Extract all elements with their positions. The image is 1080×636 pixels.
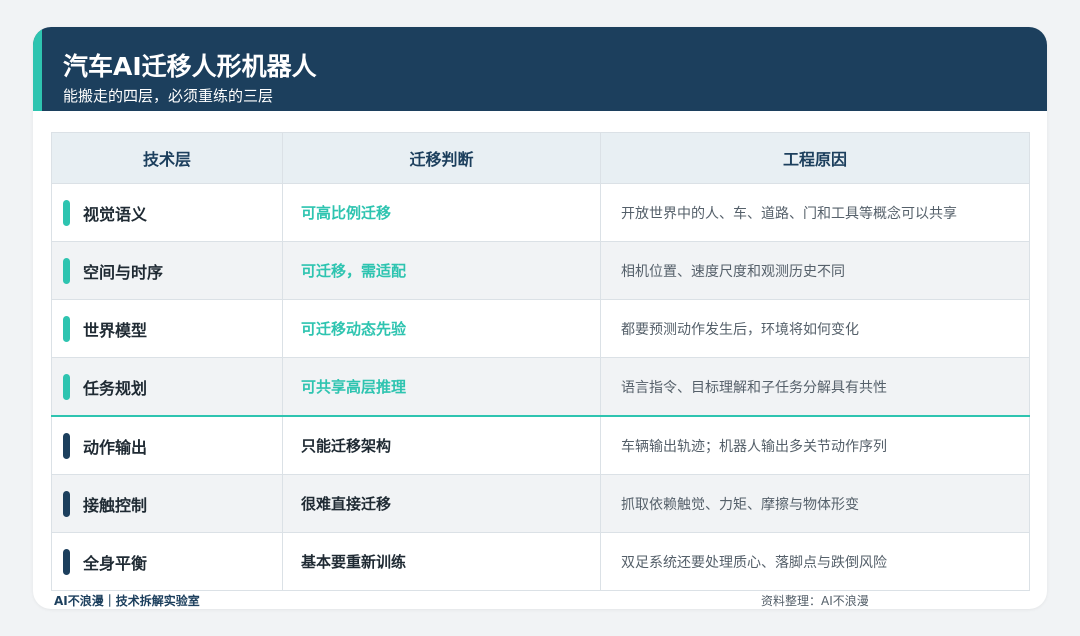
layer-cell: 动作输出 [51,415,283,475]
content-card: 汽车AI迁移人形机器人 能搬走的四层，必须重练的三层 技术层 迁移判断 工程原因… [33,27,1047,609]
row-marker-bar [63,490,70,517]
table-body: 视觉语义 可高比例迁移 开放世界中的人、车、道路、门和工具等概念可以共享 空间与时序可… [51,183,1030,591]
table-row: 任务规划 可共享高层推理 语言指令、目标理解和子任务分解具有共性 [51,357,1030,417]
layer-name: 动作输出 [83,437,148,457]
table-row: 接触控制 很难直接迁移 抓取依赖触觉、力矩、摩擦与物体形变 [51,474,1030,533]
page-title: 汽车AI迁移人形机器人 [63,52,317,81]
row-marker-bar [63,432,70,459]
reason-cell: 开放世界中的人、车、道路、门和工具等概念可以共享 [600,183,1030,242]
layer-name: 任务规划 [83,378,148,398]
column-header-reason: 工程原因 [600,132,1030,184]
table-row: 全身平衡 基本要重新训练 双足系统还要处理质心、落脚点与跌倒风险 [51,532,1030,591]
row-marker-bar [63,373,70,400]
row-marker-bar [63,315,70,342]
layer-cell: 空间与时序 [51,241,283,300]
table-row: 动作输出 只能迁移架构 车辆输出轨迹；机器人输出多关节动作序列 [51,415,1030,475]
header-accent-bar [33,27,42,111]
layer-name: 全身平衡 [83,553,148,573]
reason-cell: 车辆输出轨迹；机器人输出多关节动作序列 [600,415,1030,475]
judgment-cell: 可迁移动态先验 [282,299,601,358]
page-subtitle: 能搬走的四层，必须重练的三层 [63,87,274,105]
column-header-judgment: 迁移判断 [282,132,601,184]
reason-cell: 都要预测动作发生后，环境将如何变化 [600,299,1030,358]
layer-cell: 视觉语义 [51,183,283,242]
table-header-row: 技术层 迁移判断 工程原因 [51,132,1030,184]
layer-cell: 接触控制 [51,474,283,533]
row-marker-bar [63,199,70,226]
judgment-cell: 可共享高层推理 [282,357,601,417]
layer-cell: 全身平衡 [51,532,283,591]
reason-cell: 相机位置、速度尺度和观测历史不同 [600,241,1030,300]
layer-cell: 任务规划 [51,357,283,417]
layer-name: 世界模型 [83,320,148,340]
column-header-layer: 技术层 [51,132,283,184]
header-banner: 汽车AI迁移人形机器人 能搬走的四层，必须重练的三层 [33,27,1047,111]
layer-name: 空间与时序 [83,262,164,282]
judgment-cell: 可迁移，需适配 [282,241,601,300]
transfer-table: 技术层 迁移判断 工程原因 视觉语义 可高比例迁移 开放世界中的人、车、道路、门和工… [51,132,1030,591]
reason-cell: 双足系统还要处理质心、落脚点与跌倒风险 [600,532,1030,591]
footer-source: 资料整理：AI不浪漫 [761,594,869,608]
judgment-cell: 可高比例迁移 [282,183,601,242]
judgment-cell: 很难直接迁移 [282,474,601,533]
table-row: 视觉语义 可高比例迁移 开放世界中的人、车、道路、门和工具等概念可以共享 [51,183,1030,242]
row-marker-bar [63,548,70,575]
layer-name: 视觉语义 [83,204,148,224]
row-marker-bar [63,257,70,284]
table-row: 世界模型 可迁移动态先验 都要预测动作发生后，环境将如何变化 [51,299,1030,358]
footer-brand: AI不浪漫｜技术拆解实验室 [54,594,200,608]
judgment-cell: 基本要重新训练 [282,532,601,591]
judgment-cell: 只能迁移架构 [282,415,601,475]
table-row: 空间与时序 可迁移，需适配 相机位置、速度尺度和观测历史不同 [51,241,1030,300]
reason-cell: 语言指令、目标理解和子任务分解具有共性 [600,357,1030,417]
layer-name: 接触控制 [83,495,148,515]
layer-cell: 世界模型 [51,299,283,358]
reason-cell: 抓取依赖触觉、力矩、摩擦与物体形变 [600,474,1030,533]
